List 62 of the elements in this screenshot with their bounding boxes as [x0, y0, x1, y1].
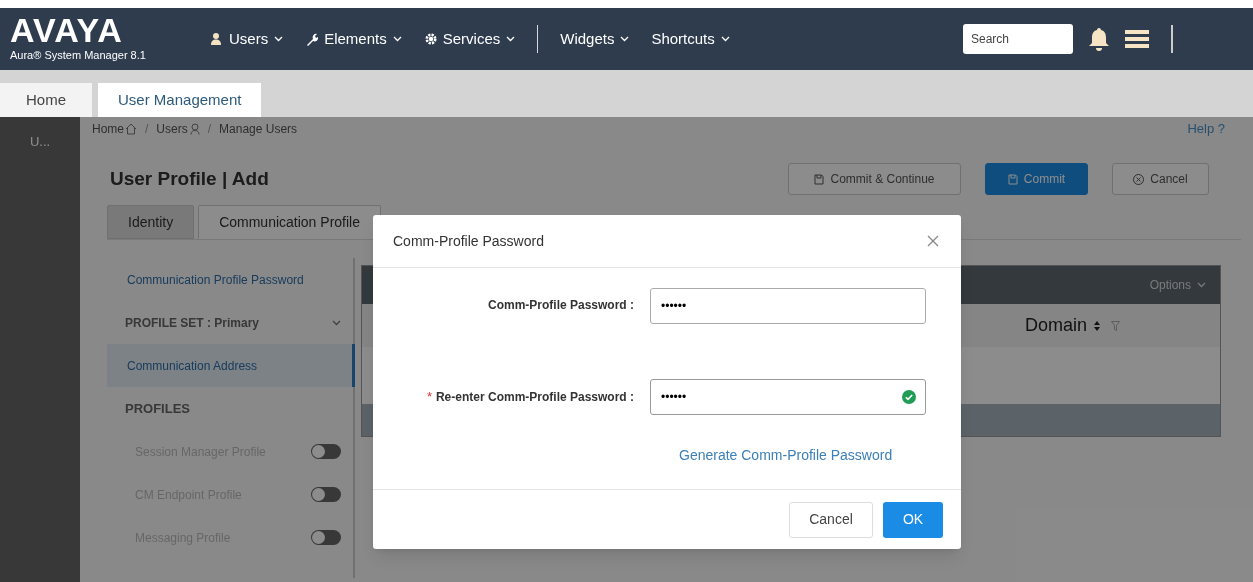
chevron-down-icon [392, 36, 402, 42]
cancel-button[interactable]: Cancel [789, 501, 873, 538]
bell-icon [1087, 26, 1111, 52]
toggle-switch[interactable] [311, 530, 341, 545]
tab[interactable]: User Management [98, 83, 262, 117]
save-icon [814, 173, 825, 185]
wrench-icon [305, 32, 320, 46]
chevron-down-icon [720, 36, 730, 42]
toggle-switch[interactable] [311, 487, 341, 502]
save-icon [1007, 173, 1018, 185]
section-heading: PROFILES [124, 399, 190, 418]
help-link[interactable]: Help ? [1187, 119, 1225, 139]
chevron-down-icon [620, 36, 630, 42]
generate-password-link[interactable]: Generate Comm-Profile Password [679, 445, 893, 466]
close-button[interactable] [927, 234, 941, 248]
chevron-down-icon [1197, 282, 1206, 288]
logo: AVAYA [10, 12, 124, 48]
field-label: Comm-Profile Password : [487, 297, 634, 314]
required-asterisk: * [426, 388, 432, 406]
breadcrumb-link[interactable]: Users [156, 120, 188, 138]
person-icon [210, 32, 224, 46]
sort-icon [1093, 319, 1101, 332]
rail-label[interactable]: U... [29, 132, 51, 152]
product-name: Aura® System Manager 8.1 [10, 48, 147, 62]
nav-menu[interactable]: Shortcuts [651, 27, 730, 51]
nav-menu[interactable]: Services [423, 27, 516, 51]
toggle-switch[interactable] [311, 444, 341, 459]
menu-icon [1125, 29, 1149, 49]
home-icon [125, 123, 137, 135]
search-field[interactable]: Search [963, 24, 1073, 54]
password-field[interactable]: •••••• [650, 288, 926, 324]
side-nav-item[interactable]: PROFILE SET : Primary [107, 313, 260, 332]
breadcrumb-link[interactable]: Manage Users [219, 120, 298, 138]
column-header[interactable]: Domain [1024, 312, 1087, 339]
nav-menu[interactable]: Elements [305, 27, 402, 51]
nav-menu[interactable]: Users [210, 27, 284, 51]
ok-button[interactable]: OK [883, 501, 943, 538]
person-icon [189, 123, 200, 135]
page-title: User Profile | Add [110, 166, 269, 191]
breadcrumb-separator: / [207, 121, 212, 138]
close-icon [927, 235, 939, 247]
gear-icon [423, 32, 438, 46]
breadcrumb-separator: / [145, 121, 149, 138]
field-label: Re-enter Comm-Profile Password : [435, 388, 634, 406]
options-menu[interactable]: Options [1149, 276, 1206, 294]
filter-icon [1111, 320, 1120, 331]
check-icon [902, 390, 916, 404]
action-button[interactable]: Commit [985, 163, 1088, 195]
action-button[interactable]: Commit & Continue [788, 163, 961, 195]
chevron-down-icon [506, 36, 516, 42]
breadcrumb-link[interactable]: Home [92, 120, 124, 138]
tab[interactable]: Identity [107, 205, 195, 239]
chevron-down-icon [332, 319, 341, 326]
action-button[interactable]: Cancel [1112, 163, 1209, 195]
nav-menu[interactable]: Widgets [560, 27, 630, 51]
cancel-icon [1133, 173, 1145, 185]
chevron-down-icon [274, 36, 284, 42]
side-nav-item[interactable]: Communication Profile Password [107, 270, 304, 289]
password-field[interactable]: •••••• [650, 379, 926, 415]
dialog-title: Comm-Profile Password [393, 231, 544, 251]
tab[interactable]: Home [0, 83, 92, 117]
tab[interactable]: Communication Profile [198, 205, 381, 239]
